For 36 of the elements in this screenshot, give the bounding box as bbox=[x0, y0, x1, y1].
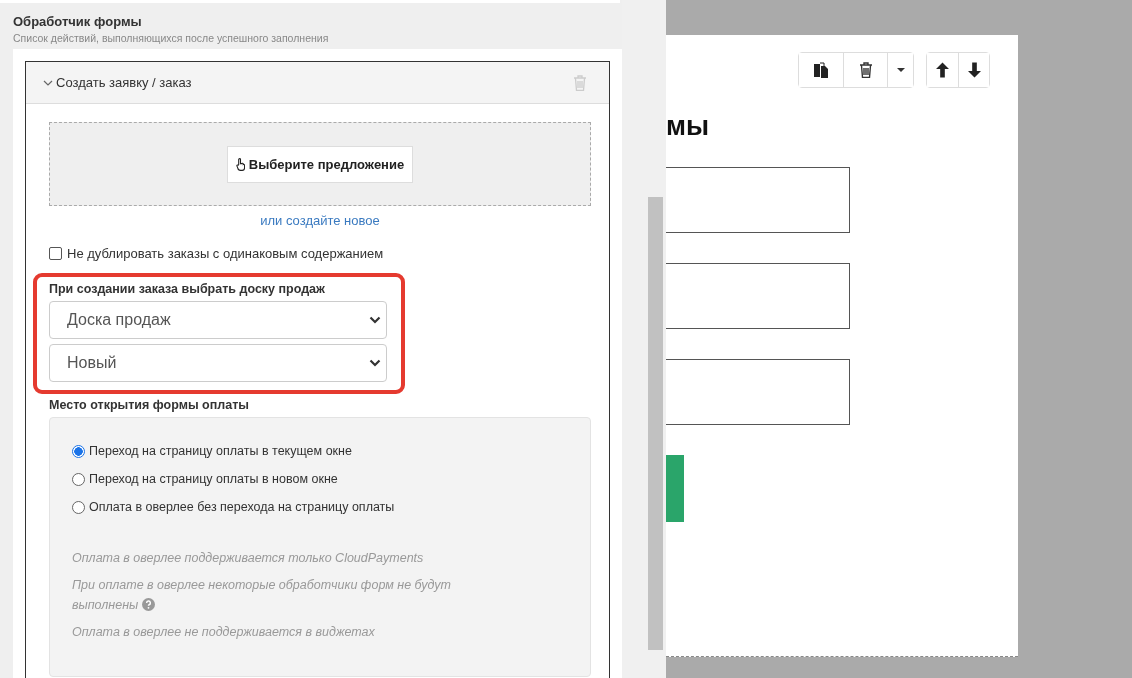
note-text: Оплата в оверлее не поддерживается в виджетах bbox=[72, 624, 376, 642]
input-field[interactable] bbox=[666, 359, 850, 425]
arrow-down-icon bbox=[967, 62, 981, 78]
field-label: Место открытия формы оплаты bbox=[49, 398, 250, 412]
section-subtitle: Список действий, выполняющихся после успешного заполнения bbox=[13, 32, 330, 44]
handler-header[interactable]: Создать заявку / заказ bbox=[26, 62, 609, 104]
form-heading: мы bbox=[666, 111, 711, 142]
help-icon[interactable] bbox=[142, 597, 156, 611]
field-label: При создании заказа выбрать доску продаж bbox=[49, 282, 326, 296]
radio-label: Переход на страницу оплаты в новом окне bbox=[89, 472, 338, 486]
radio-label: Переход на страницу оплаты в текущем окне bbox=[89, 444, 352, 458]
chevron-down-icon bbox=[369, 316, 381, 324]
radio-label: Оплата в оверлее без перехода на страницу оплаты bbox=[89, 500, 395, 514]
radio-button[interactable] bbox=[72, 500, 85, 514]
hand-pointer-icon bbox=[235, 157, 245, 171]
copy-icon bbox=[813, 62, 829, 78]
checkbox-label: Не дублировать заказы с одинаковым содержанием bbox=[67, 246, 384, 261]
chevron-down-icon bbox=[369, 359, 381, 367]
input-field[interactable] bbox=[666, 263, 850, 329]
radio-button[interactable] bbox=[72, 444, 85, 458]
trash-icon bbox=[858, 62, 873, 78]
select-dropdown[interactable]: Новый bbox=[49, 344, 387, 382]
note-text: Оплата в оверлее поддерживается только CloudPayments bbox=[72, 550, 425, 567]
checkbox[interactable] bbox=[49, 247, 62, 260]
offer-button[interactable]: Выберите предложение bbox=[226, 145, 414, 183]
section-title: Обработчик формы bbox=[13, 14, 143, 29]
select-dropdown[interactable]: Доска продаж bbox=[49, 301, 387, 339]
note-text: При оплате в оверлее некоторые обработчики форм не будут выполнены bbox=[72, 577, 452, 614]
scrollbar-thumb[interactable] bbox=[648, 197, 663, 650]
radio-button[interactable] bbox=[72, 472, 85, 486]
handler-title: Создать заявку / заказ bbox=[56, 75, 193, 90]
create-new-link[interactable]: или создайте новое bbox=[260, 213, 380, 228]
caret-icon bbox=[896, 68, 905, 72]
move-down-button[interactable] bbox=[958, 53, 989, 87]
input-field[interactable] bbox=[666, 167, 850, 233]
arrow-up-icon bbox=[936, 62, 949, 78]
